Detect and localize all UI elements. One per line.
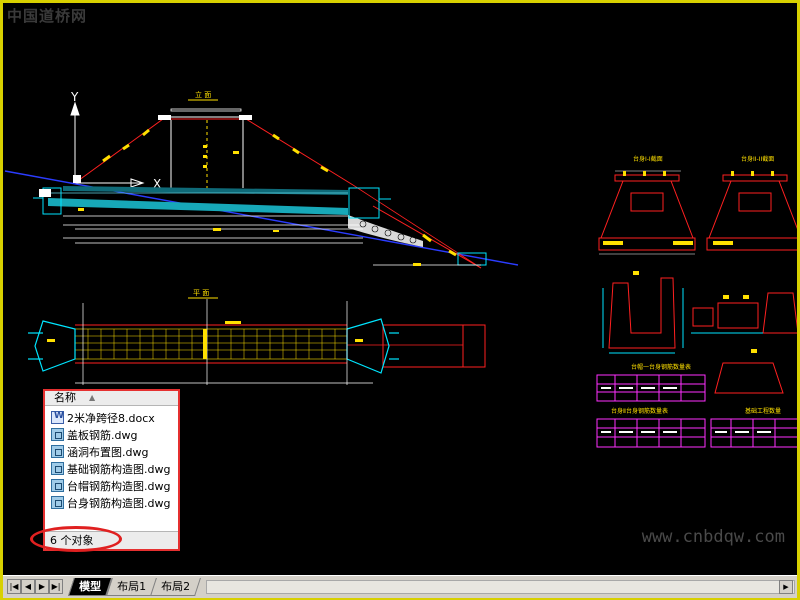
svg-text:立 面: 立 面 <box>195 90 211 99</box>
file-name: 涵洞布置图.dwg <box>67 445 149 459</box>
svg-text:台身I-I截面: 台身I-I截面 <box>633 155 663 163</box>
file-item-dwg[interactable]: 涵洞布置图.dwg <box>51 443 178 460</box>
file-name: 台帽钢筋构造图.dwg <box>67 479 171 493</box>
file-item-dwg[interactable]: 台身钢筋构造图.dwg <box>51 494 178 511</box>
word-doc-icon <box>51 411 64 424</box>
file-name: 盖板钢筋.dwg <box>67 428 138 442</box>
name-column-label: 名称 <box>54 391 76 404</box>
file-item-dwg[interactable]: 盖板钢筋.dwg <box>51 426 178 443</box>
svg-text:台帽一台身钢筋数量表: 台帽一台身钢筋数量表 <box>631 363 691 371</box>
dwg-file-icon <box>51 496 64 509</box>
dwg-file-icon <box>51 462 64 475</box>
sort-ascending-icon: ▲ <box>89 393 96 402</box>
file-name: 基础钢筋构造图.dwg <box>67 462 171 476</box>
tab-label: 模型 <box>79 580 102 593</box>
tab-model[interactable]: 模型 <box>68 578 112 596</box>
file-item-docx[interactable]: 2米净跨径8.docx <box>51 409 178 426</box>
tab-layout1[interactable]: 布局1 <box>106 578 157 596</box>
url-watermark: www.cnbdqw.com <box>641 527 785 547</box>
svg-text:台身II-II截面: 台身II-II截面 <box>741 155 774 163</box>
prev-tab-button[interactable]: ◀ <box>21 579 35 594</box>
culvert-plan-view: 平 面 <box>28 289 486 385</box>
svg-text:平 面: 平 面 <box>193 289 209 297</box>
file-item-dwg[interactable]: 基础钢筋构造图.dwg <box>51 460 178 477</box>
last-tab-button[interactable]: ▶| <box>49 579 63 594</box>
file-name: 2米净跨径8.docx <box>67 411 155 425</box>
svg-text:台身Ⅱ台身钢筋数量表: 台身Ⅱ台身钢筋数量表 <box>611 407 668 415</box>
abutment-detail-views: 台身I-I截面 台身II-II截面 台帽一台身钢筋数量表 台身Ⅱ台身钢筋数量表 … <box>596 155 797 448</box>
highlight-circle <box>30 526 122 552</box>
svg-text:基础工程数量: 基础工程数量 <box>745 407 781 415</box>
svg-text:Y: Y <box>70 90 79 104</box>
horizontal-scrollbar[interactable] <box>206 580 795 594</box>
first-tab-button[interactable]: |◀ <box>7 579 21 594</box>
culvert-elevation-view: Y X 立 面 <box>4 90 519 269</box>
tab-label: 布局1 <box>117 580 147 593</box>
dwg-file-icon <box>51 428 64 441</box>
file-list: 2米净跨径8.docx 盖板钢筋.dwg 涵洞布置图.dwg 基础钢筋构造图.d… <box>45 406 178 511</box>
dwg-file-icon <box>51 445 64 458</box>
layout-tab-bar: |◀ ◀ ▶ ▶| 模型 布局1 布局2 ▶ <box>3 575 797 598</box>
name-column-header[interactable]: 名称 ▲ <box>45 391 178 406</box>
scroll-right-arrow-icon[interactable]: ▶ <box>779 580 793 594</box>
file-name: 台身钢筋构造图.dwg <box>67 496 171 510</box>
next-tab-button[interactable]: ▶ <box>35 579 49 594</box>
dwg-file-icon <box>51 479 64 492</box>
tab-label: 布局2 <box>161 580 191 593</box>
cad-model-space[interactable]: 中国道桥网 Y X 立 面 平 面 台身I-I截面 台身II-II截面 台帽一台… <box>3 3 797 575</box>
tab-layout2[interactable]: 布局2 <box>150 578 201 596</box>
file-item-dwg[interactable]: 台帽钢筋构造图.dwg <box>51 477 178 494</box>
ucs-icon: Y X <box>70 90 161 191</box>
